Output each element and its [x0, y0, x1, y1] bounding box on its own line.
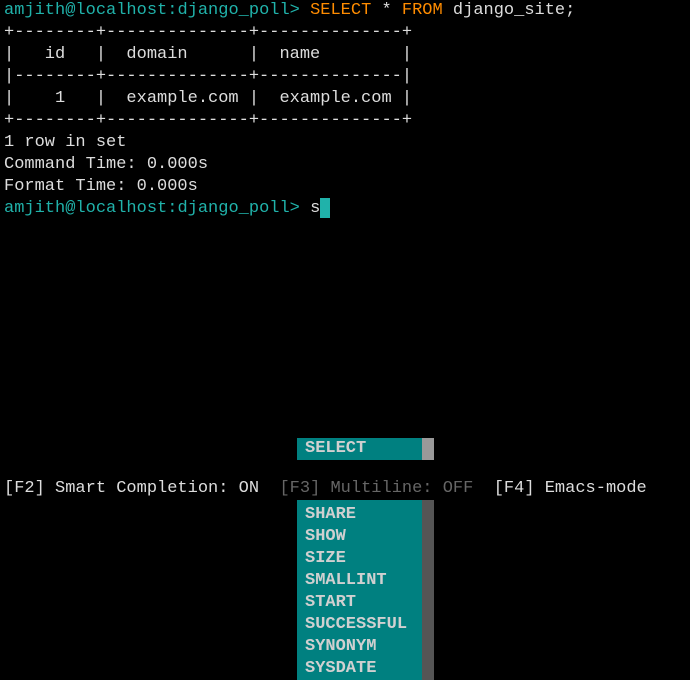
- query-line: amjith@localhost:django_poll> SELECT * F…: [4, 0, 686, 22]
- status-gap: [0, 460, 690, 478]
- table-border-mid: |--------+--------------+--------------|: [4, 66, 686, 88]
- table-border-top: +--------+--------------+--------------+: [4, 22, 686, 44]
- status-f2-label: Smart Completion:: [45, 479, 239, 498]
- prompt-user: amjith: [4, 1, 65, 20]
- completion-item[interactable]: SHOW: [297, 526, 422, 548]
- prompt-db: django_poll: [177, 199, 289, 218]
- completion-item[interactable]: START: [297, 592, 422, 614]
- sql-keyword-select: SELECT: [310, 1, 371, 20]
- completion-item[interactable]: SYNONYM: [297, 636, 422, 658]
- status-bar: [F2] Smart Completion: ON [F3] Multiline…: [0, 478, 690, 500]
- table-header: | id | domain | name |: [4, 44, 686, 66]
- terminal-output: amjith@localhost:django_poll> SELECT * F…: [0, 0, 690, 220]
- status-f4-key[interactable]: [F4]: [494, 479, 535, 498]
- completion-item[interactable]: SYSDATE: [297, 658, 422, 680]
- sql-star: *: [371, 1, 402, 20]
- table-border-bot: +--------+--------------+--------------+: [4, 110, 686, 132]
- input-line[interactable]: amjith@localhost:django_poll> s: [4, 198, 686, 220]
- typed-input: s: [310, 199, 320, 218]
- table-row: | 1 | example.com | example.com |: [4, 88, 686, 110]
- prompt-colon: :: [167, 199, 177, 218]
- completion-item[interactable]: SELECT: [297, 438, 422, 460]
- prompt-at: @: [65, 1, 75, 20]
- cursor: [320, 198, 330, 218]
- sql-table-name: django_site;: [443, 1, 576, 20]
- status-f3-key[interactable]: [F3]: [279, 479, 320, 498]
- prompt-user: amjith: [4, 199, 65, 218]
- sql-keyword-from: FROM: [402, 1, 443, 20]
- format-time: Format Time: 0.000s: [4, 176, 686, 198]
- status-f3-label: Multiline:: [320, 479, 442, 498]
- prompt-gt: >: [290, 1, 310, 20]
- completion-item[interactable]: SMALLINT: [297, 570, 422, 592]
- command-time: Command Time: 0.000s: [4, 154, 686, 176]
- status-f2-key[interactable]: [F2]: [4, 479, 45, 498]
- completion-item[interactable]: SIZE: [297, 548, 422, 570]
- prompt-host: localhost: [75, 199, 167, 218]
- completion-item[interactable]: SUCCESSFUL: [297, 614, 422, 636]
- prompt-gt: >: [290, 199, 310, 218]
- prompt-db: django_poll: [177, 1, 289, 20]
- status-f4-label: Emacs-mode: [535, 479, 647, 498]
- prompt-colon: :: [167, 1, 177, 20]
- completion-item[interactable]: SHARE: [297, 504, 422, 526]
- result-rows: 1 row in set: [4, 132, 686, 154]
- status-f3-value: OFF: [443, 479, 474, 498]
- prompt-host: localhost: [75, 1, 167, 20]
- status-f2-value: ON: [239, 479, 259, 498]
- prompt-at: @: [65, 199, 75, 218]
